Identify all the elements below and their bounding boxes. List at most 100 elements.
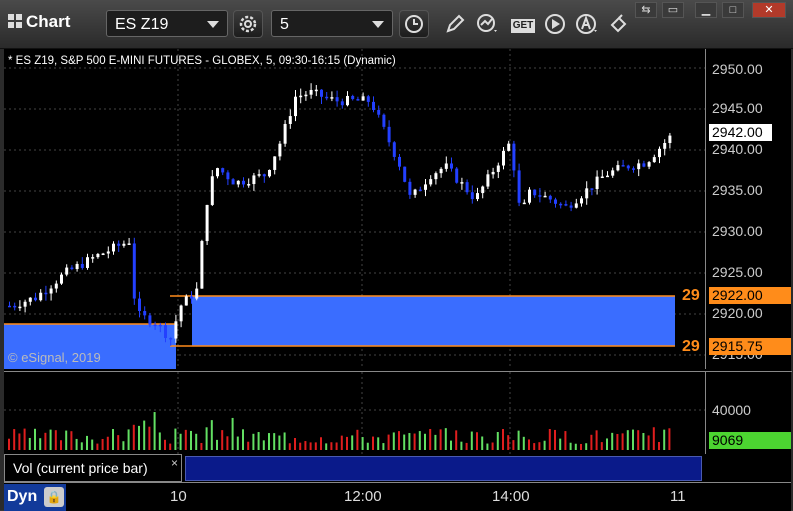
candle-body: [236, 180, 240, 185]
candle-body: [522, 202, 526, 205]
alert-button[interactable]: [572, 10, 602, 38]
volume-bar: [470, 431, 473, 450]
candle-body: [528, 189, 531, 203]
candle-body: [132, 243, 136, 299]
candle-body: [569, 205, 573, 208]
volume-bar: [23, 428, 26, 450]
candle-body: [356, 99, 360, 101]
chevron-down-icon[interactable]: [207, 21, 219, 28]
time-axis[interactable]: Dyn 🔒 10 12:00 14:00 11: [4, 482, 791, 511]
candle-body: [554, 199, 557, 204]
volume-bar: [387, 434, 390, 450]
volume-bar: [600, 442, 603, 450]
candle-body: [273, 156, 277, 170]
price-tick: 2935.00: [712, 182, 763, 198]
close-button[interactable]: ✕: [752, 2, 786, 18]
link-icon: ⇆: [641, 4, 651, 16]
get-button[interactable]: GET: [506, 10, 540, 38]
candle-body: [491, 171, 495, 175]
volume-bar: [377, 437, 380, 450]
candle-body: [49, 288, 53, 294]
price-pane[interactable]: * ES Z19, S&P 500 E-MINI FUTURES - GLOBE…: [4, 49, 705, 369]
volume-bar: [106, 436, 109, 450]
candle-body: [288, 116, 292, 124]
clock-button[interactable]: [399, 10, 429, 38]
volume-bar: [486, 443, 489, 450]
candle-body: [226, 172, 230, 180]
dyn-label: Dyn: [7, 488, 38, 505]
volume-bar: [543, 440, 546, 450]
candle-body: [106, 251, 110, 254]
candle-body: [278, 143, 282, 157]
restore-button[interactable]: ▭: [662, 2, 684, 18]
candle-body: [80, 263, 84, 268]
volume-bar: [200, 442, 203, 450]
candle-body: [127, 243, 131, 245]
candle-body: [642, 163, 646, 167]
candle-body: [28, 297, 32, 302]
study-button[interactable]: [473, 10, 503, 38]
candle-body: [60, 274, 63, 284]
candle-body: [86, 257, 89, 268]
maximize-button[interactable]: □: [722, 2, 744, 18]
candle-body: [268, 169, 271, 177]
symbol-combo[interactable]: ES Z19: [106, 10, 228, 37]
candle-body: [148, 315, 152, 325]
volume-bar: [164, 439, 166, 450]
volume-study-bar: Vol (current price bar) ×: [4, 454, 705, 482]
level-zone: [192, 296, 675, 346]
settings-button[interactable]: [233, 10, 263, 38]
link-window-button[interactable]: ⇆: [635, 2, 657, 18]
volume-bar: [658, 441, 660, 450]
play-icon: [545, 14, 565, 34]
volume-bar: [663, 429, 666, 450]
volume-pane[interactable]: [4, 371, 705, 454]
candle-body: [595, 176, 599, 190]
volume-bar: [512, 440, 515, 450]
candle-body: [200, 241, 204, 289]
volume-bar: [236, 436, 239, 450]
dynamic-mode-button[interactable]: Dyn 🔒: [4, 484, 66, 511]
volume-study-label[interactable]: Vol (current price bar): [4, 454, 182, 482]
candle-body: [647, 162, 651, 167]
volume-bar: [616, 433, 619, 450]
interval-combo[interactable]: 5: [271, 10, 393, 37]
draw-button[interactable]: [440, 10, 470, 38]
candle-body: [486, 174, 490, 187]
candle-body: [283, 123, 287, 144]
grid-icon: [8, 14, 22, 28]
volume-bar: [439, 429, 442, 450]
volume-bar: [522, 436, 525, 450]
candle-body: [179, 305, 183, 322]
minimize-button[interactable]: ▁: [695, 2, 717, 18]
chevron-down-icon[interactable]: [372, 21, 384, 28]
paint-button[interactable]: [604, 10, 634, 38]
interval-value: 5: [280, 16, 289, 33]
candle-body: [626, 165, 630, 169]
volume-axis[interactable]: 40000 9069: [705, 371, 792, 454]
lock-icon[interactable]: 🔒: [44, 487, 64, 507]
chart-area[interactable]: * ES Z19, S&P 500 E-MINI FUTURES - GLOBE…: [4, 49, 792, 511]
candle-body: [320, 89, 323, 97]
candle-body: [351, 95, 355, 100]
volume-bar: [496, 432, 499, 450]
volume-bar: [28, 437, 31, 450]
play-button[interactable]: [540, 10, 570, 38]
volume-bar: [392, 432, 395, 450]
price-axis[interactable]: 2950.00 2945.00 2940.00 2935.00 2930.00 …: [705, 49, 792, 369]
candle-body: [434, 173, 438, 180]
volume-bar: [413, 433, 416, 450]
volume-bar: [158, 432, 161, 450]
candle-body: [387, 126, 391, 143]
candle-body: [252, 175, 256, 185]
volume-bar: [54, 430, 57, 450]
volume-bar: [580, 443, 582, 450]
volume-bar: [283, 432, 286, 450]
settings-icon: [239, 15, 257, 33]
candle-body: [439, 168, 443, 174]
volume-bar: [502, 429, 504, 450]
candle-body: [314, 89, 318, 92]
close-study-icon[interactable]: ×: [171, 456, 178, 470]
volume-bar: [554, 429, 556, 450]
volume-bar: [273, 433, 276, 450]
